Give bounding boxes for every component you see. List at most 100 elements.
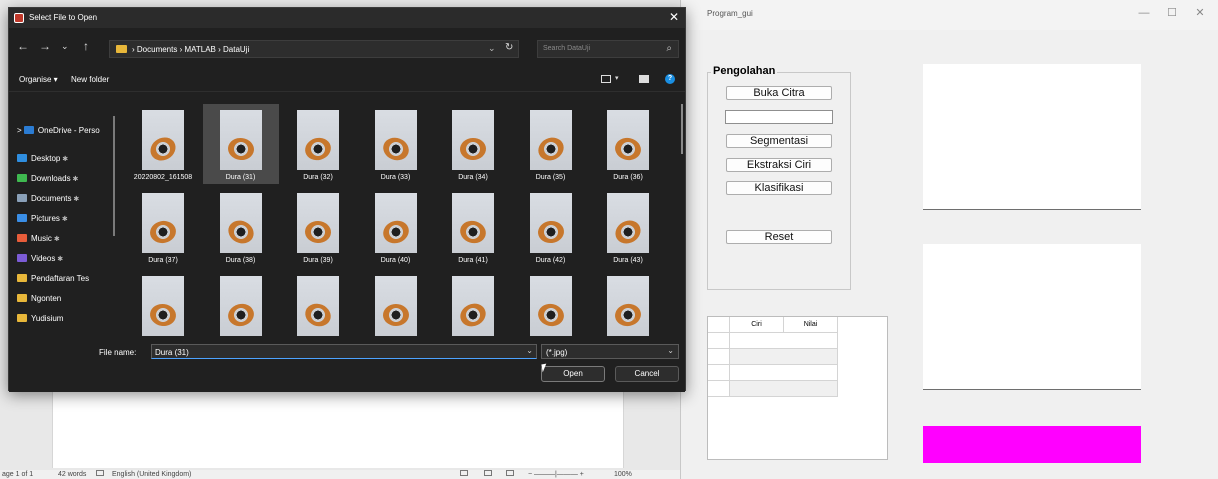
palm-fruit-image — [535, 301, 566, 329]
image-thumbnail — [219, 110, 262, 170]
file-item[interactable]: Dura (32) — [280, 104, 356, 184]
chevron-down-icon[interactable]: ⌄ — [488, 43, 496, 54]
file-item[interactable]: 20220802_161508 — [125, 104, 201, 184]
web-layout-icon[interactable] — [506, 470, 514, 479]
new-folder-button[interactable]: New folder — [71, 75, 109, 84]
sidebar-item[interactable]: Pendaftaran Tes — [17, 274, 89, 288]
file-item[interactable]: Dura (39) — [280, 187, 356, 267]
back-arrow-icon[interactable]: ← — [17, 39, 29, 53]
breadcrumb-matlab[interactable]: MATLAB — [184, 45, 215, 54]
file-item[interactable]: Dura (35) — [513, 104, 589, 184]
feature-table[interactable]: Ciri Nilai — [707, 316, 888, 460]
close-icon[interactable]: ✕ — [1191, 6, 1209, 20]
proofing-icon[interactable] — [96, 470, 104, 479]
expand-chevron-icon[interactable]: > — [17, 126, 24, 135]
cancel-button[interactable]: Cancel — [615, 366, 679, 382]
file-item[interactable]: Dura (38) — [203, 187, 279, 267]
search-input[interactable]: Search DataUji ⌕ — [537, 40, 679, 58]
file-type-select[interactable]: (*.jpg) ⌄ — [541, 344, 679, 359]
file-item[interactable] — [280, 270, 356, 340]
address-bar[interactable]: › Documents › MATLAB › DataUji ⌄ ↻ — [109, 40, 519, 58]
table-row[interactable] — [730, 349, 838, 365]
language-label[interactable]: English (United Kingdom) — [112, 470, 191, 479]
file-item[interactable]: Dura (33) — [358, 104, 434, 184]
table-row[interactable] — [730, 381, 838, 397]
classification-result-box — [923, 426, 1141, 463]
navigation-scrollbar[interactable] — [113, 116, 115, 236]
sidebar-item[interactable]: Desktop ✱ — [17, 154, 68, 168]
segmentasi-button[interactable]: Segmentasi — [726, 134, 832, 148]
file-name-label: File name: — [99, 348, 137, 357]
dialog-title-bar[interactable]: Select File to Open ✕ — [9, 8, 685, 28]
file-item[interactable] — [435, 270, 511, 340]
open-button[interactable]: Open — [541, 366, 605, 382]
table-row[interactable] — [730, 333, 838, 349]
dialog-title: Select File to Open — [29, 13, 98, 22]
palm-fruit-image — [379, 134, 412, 164]
sidebar-item[interactable]: Pictures ✱ — [17, 214, 68, 228]
sidebar-item[interactable]: > OneDrive - Perso — [17, 126, 100, 140]
ekstraksi-ciri-button[interactable]: Ekstraksi Ciri — [726, 158, 832, 172]
breadcrumb-datauji[interactable]: DataUji — [223, 45, 249, 54]
zoom-level[interactable]: 100% — [614, 470, 632, 479]
file-grid: 20220802_161508 Dura (31) Dura (32) Dura (3… — [123, 92, 679, 340]
file-item[interactable]: Dura (31) — [202, 104, 279, 184]
sidebar-item[interactable]: Documents ✱ — [17, 194, 79, 208]
palm-fruit-image — [225, 301, 256, 329]
palm-fruit-image — [146, 132, 180, 166]
minimize-icon[interactable]: — — [1135, 6, 1153, 20]
file-item[interactable]: Dura (37) — [125, 187, 201, 267]
image-thumbnail — [452, 110, 494, 170]
view-options-icon[interactable] — [601, 75, 611, 83]
sidebar-item-label: Yudisium — [31, 314, 64, 323]
maximize-icon[interactable]: ☐ — [1163, 6, 1181, 20]
file-item[interactable]: Dura (41) — [435, 187, 511, 267]
sidebar-item[interactable]: Ngonten — [17, 294, 61, 308]
sidebar-item[interactable]: Videos ✱ — [17, 254, 63, 268]
chevron-down-icon[interactable]: ⌄ — [526, 346, 533, 355]
zoom-slider[interactable]: − ———|——— + — [528, 470, 584, 479]
preview-pane-icon[interactable] — [639, 75, 649, 83]
file-item[interactable] — [590, 270, 666, 340]
file-item[interactable] — [358, 270, 434, 340]
file-item[interactable]: Dura (36) — [590, 104, 666, 184]
organise-menu[interactable]: Organise ▾ — [19, 75, 58, 84]
file-item[interactable]: Dura (42) — [513, 187, 589, 267]
forward-arrow-icon[interactable]: → — [39, 39, 51, 53]
buka-citra-button[interactable]: Buka Citra — [726, 86, 832, 100]
file-name: Dura (38) — [225, 257, 256, 264]
chevron-down-icon[interactable]: ⌄ — [667, 346, 674, 355]
sidebar-item-label: Pictures — [31, 214, 60, 223]
refresh-icon[interactable]: ↻ — [505, 42, 513, 53]
file-name: Dura (32) — [303, 174, 333, 181]
help-icon[interactable]: ? — [665, 74, 675, 84]
file-item[interactable]: Dura (34) — [435, 104, 511, 184]
file-item[interactable]: Dura (43) — [590, 187, 666, 267]
music-icon — [17, 234, 27, 242]
up-arrow-icon[interactable]: ↑ — [83, 39, 89, 53]
file-name-field[interactable]: Dura (31) ⌄ — [151, 344, 537, 359]
sidebar-item[interactable]: Yudisium — [17, 314, 63, 328]
close-icon[interactable]: ✕ — [669, 10, 679, 24]
klasifikasi-button[interactable]: Klasifikasi — [726, 181, 832, 195]
reset-button[interactable]: Reset — [726, 230, 832, 244]
sidebar-item[interactable]: Downloads ✱ — [17, 174, 78, 188]
file-item[interactable]: Dura (40) — [358, 187, 434, 267]
file-item[interactable] — [203, 270, 279, 340]
file-grid-scrollbar[interactable] — [681, 104, 683, 154]
chevron-down-icon[interactable]: ▾ — [615, 74, 619, 82]
citra-edit-field[interactable] — [725, 110, 833, 124]
breadcrumb[interactable]: › Documents › MATLAB › DataUji — [132, 45, 249, 54]
image-thumbnail — [607, 193, 649, 253]
recent-locations-chevron-icon[interactable]: ⌄ — [61, 41, 69, 52]
file-name-value: Dura (31) — [155, 348, 189, 357]
program-title-bar[interactable]: Program_gui — ☐ ✕ — [681, 0, 1218, 30]
print-layout-icon[interactable] — [484, 470, 492, 479]
read-mode-icon[interactable] — [460, 470, 468, 479]
breadcrumb-documents[interactable]: Documents — [137, 45, 177, 54]
palm-fruit-image — [148, 218, 178, 246]
table-row[interactable] — [730, 365, 838, 381]
file-item[interactable] — [125, 270, 201, 340]
sidebar-item[interactable]: Music ✱ — [17, 234, 60, 248]
file-item[interactable] — [513, 270, 589, 340]
